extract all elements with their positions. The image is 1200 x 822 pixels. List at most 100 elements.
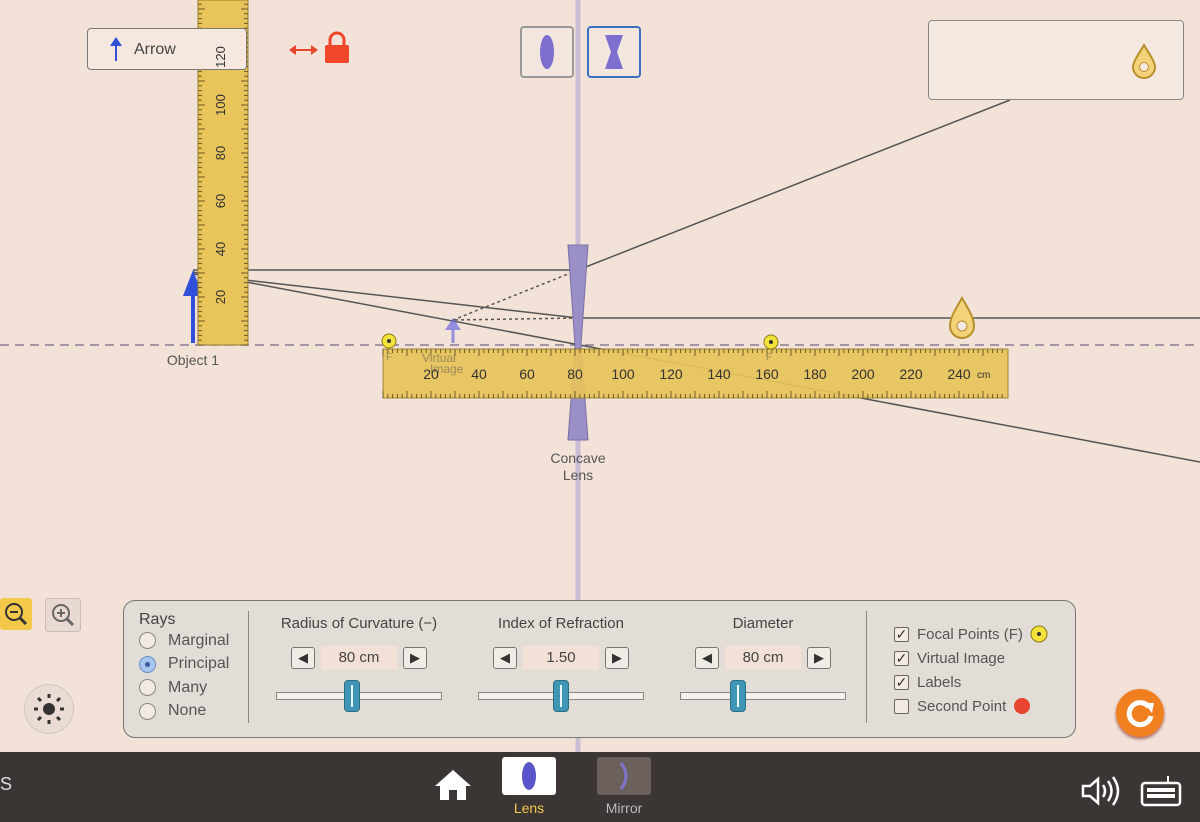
concave-lens-button[interactable]	[587, 26, 641, 78]
light-probe-icon[interactable]	[1129, 43, 1159, 79]
display-options: ✓ Focal Points (F) ✓ Virtual Image ✓ Labels Se…	[894, 622, 1051, 718]
brightness-button[interactable]	[24, 684, 74, 734]
vertical-ruler-tick-label: 20	[213, 289, 228, 305]
index-control: Index of Refraction ◀ 1.50 ▶	[476, 615, 646, 712]
index-decrement-button[interactable]: ◀	[493, 647, 517, 669]
mirror-screen-icon	[619, 762, 628, 790]
diameter-value: 80 cm	[725, 646, 801, 670]
rays-title: Rays	[139, 611, 176, 628]
zoom-in-button[interactable]	[45, 598, 81, 632]
ruler-tick-label: 180	[803, 366, 827, 382]
diameter-decrement-button[interactable]: ◀	[695, 647, 719, 669]
radius-decrement-button[interactable]: ◀	[291, 647, 315, 669]
zoom-in-icon	[52, 604, 75, 627]
light-probe-icon[interactable]	[948, 296, 976, 339]
object-selector-value: Arrow	[134, 41, 176, 58]
focal-label-right: F	[766, 352, 773, 363]
ruler-tick-label: 80	[567, 366, 583, 382]
checkbox-labels[interactable]: ✓ Labels	[894, 670, 1051, 694]
lens-screen-button[interactable]	[502, 757, 556, 795]
mirror-screen-label[interactable]: Mirror	[594, 800, 654, 816]
ruler-tick-label: 100	[611, 366, 635, 382]
radio-button[interactable]	[139, 655, 156, 673]
ray-focal	[192, 273, 579, 319]
checkbox-label: Virtual Image	[917, 649, 1006, 667]
zoom-out-button[interactable]	[0, 598, 32, 630]
home-button[interactable]	[433, 768, 473, 802]
ray-option-marginal[interactable]: Marginal	[139, 629, 229, 653]
ruler-tick-label: 200	[851, 366, 875, 382]
ray-option-label: Many	[168, 678, 208, 696]
ruler-tick-label: 220	[899, 366, 923, 382]
index-value: 1.50	[523, 646, 599, 670]
divider	[248, 611, 249, 723]
ray-option-label: None	[168, 702, 207, 720]
lens-label-line2: Lens	[562, 467, 594, 483]
ruler-tick-label: 120	[659, 366, 683, 382]
radio-button[interactable]	[139, 632, 156, 650]
speaker-icon	[1081, 776, 1120, 806]
lock-icon[interactable]	[325, 31, 349, 63]
diameter-slider[interactable]	[680, 680, 846, 712]
radius-slider-thumb[interactable]	[343, 680, 360, 712]
rays	[192, 99, 1200, 463]
vertical-ruler-tick-label: 60	[213, 193, 228, 209]
navigation-bar: S Lens Mirror	[0, 752, 1200, 822]
ray-option-many[interactable]: Many	[139, 676, 229, 700]
ray-option-principal[interactable]: Principal	[139, 653, 229, 677]
radio-button[interactable]	[139, 702, 156, 720]
lens-screen-label[interactable]: Lens	[499, 800, 559, 816]
diameter-increment-button[interactable]: ▶	[807, 647, 831, 669]
ruler-tick-label: 160	[755, 366, 779, 382]
index-title: Index of Refraction	[498, 615, 624, 632]
checkbox-label: Second Point	[917, 697, 1007, 715]
convex-lens-button[interactable]	[520, 26, 574, 78]
ray-parallel-refracted	[577, 99, 1011, 271]
checkbox-second-point[interactable]: Second Point	[894, 694, 1051, 718]
blue-arrow-icon	[110, 37, 122, 61]
index-increment-button[interactable]: ▶	[605, 647, 629, 669]
radio-button[interactable]	[139, 679, 156, 697]
checkbox-label: Focal Points (F)	[917, 625, 1023, 643]
checkbox[interactable]	[894, 698, 909, 714]
checkbox-label: Labels	[917, 673, 962, 691]
reset-button[interactable]	[1116, 689, 1164, 737]
sound-button[interactable]	[1080, 774, 1126, 808]
ruler-unit: cm	[977, 370, 991, 381]
radius-title: Radius of Curvature (−)	[280, 615, 438, 632]
concave-lens-icon	[605, 35, 623, 69]
ray-option-label: Principal	[168, 655, 230, 673]
radius-slider[interactable]	[276, 680, 442, 712]
reset-icon	[1126, 700, 1154, 728]
checkbox[interactable]: ✓	[894, 650, 909, 666]
radius-increment-button[interactable]: ▶	[403, 647, 427, 669]
horizontal-arrows-icon[interactable]	[289, 45, 318, 55]
focal-point-icon	[1030, 625, 1048, 643]
mirror-screen-button[interactable]	[597, 757, 651, 795]
checkbox[interactable]: ✓	[894, 626, 909, 642]
second-point-icon	[1014, 698, 1031, 714]
radius-control: Radius of Curvature (−) ◀ 80 cm ▶	[274, 615, 444, 712]
object-label: Object 1	[166, 352, 220, 368]
checkbox-focal-points-f[interactable]: ✓ Focal Points (F)	[894, 622, 1051, 646]
checkbox-virtual-image[interactable]: ✓ Virtual Image	[894, 646, 1051, 670]
rays-group: Rays Marginal Principal Many None	[139, 611, 229, 723]
ruler-tick-label: 60	[519, 366, 535, 382]
keyboard-button[interactable]	[1138, 774, 1184, 808]
index-slider-thumb[interactable]	[553, 680, 569, 712]
index-slider[interactable]	[478, 680, 644, 712]
lens-label: Concave Lens	[538, 450, 618, 484]
vertical-ruler-tick-label: 80	[213, 145, 228, 161]
ray-option-none[interactable]: None	[139, 700, 229, 724]
lens-label-line1: Concave	[550, 450, 606, 466]
vertical-ruler-tick-label: 120	[213, 46, 228, 68]
checkbox[interactable]: ✓	[894, 674, 909, 690]
ruler-tick-label: 140	[707, 366, 731, 382]
diameter-slider-thumb[interactable]	[729, 680, 746, 712]
diameter-title: Diameter	[732, 615, 794, 632]
convex-lens-icon	[540, 35, 554, 69]
concave-lens[interactable]	[567, 244, 589, 441]
ray-option-label: Marginal	[168, 631, 230, 649]
focal-label-left: F	[386, 352, 393, 363]
ruler-tick-label: 40	[471, 366, 487, 382]
